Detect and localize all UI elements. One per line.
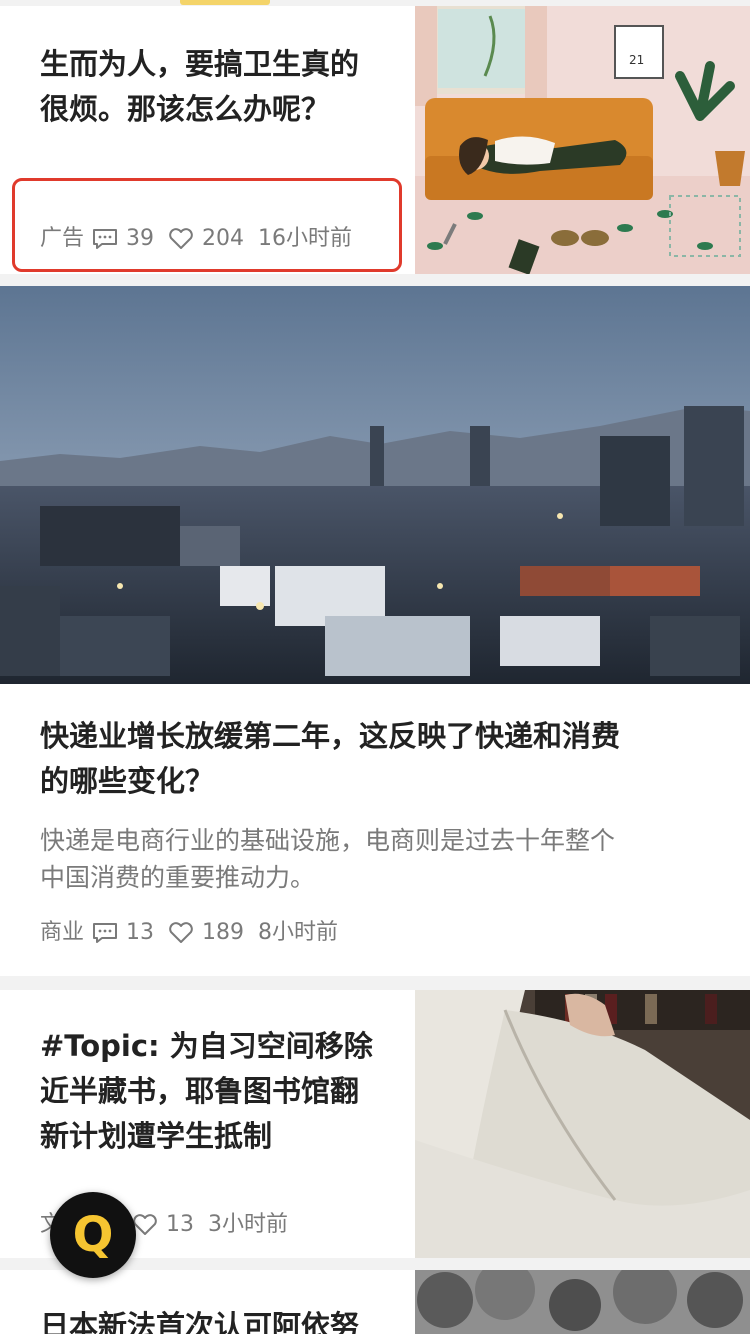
title-line: 近半藏书，耶鲁图书馆翻 — [40, 1074, 360, 1108]
card-meta: 商业 13 189 8小时前 — [40, 922, 338, 944]
card-image[interactable]: 21 — [415, 6, 750, 274]
card-title[interactable]: 日本新法首次认可阿依努 — [40, 1304, 385, 1334]
like-count: 13 — [166, 1212, 195, 1237]
comment-count: 13 — [126, 920, 155, 945]
card-title[interactable]: 快递业增长放缓第二年，这反映了快递和消费 的哪些变化？ — [40, 714, 720, 804]
feed-card-article[interactable]: 日本新法首次认可阿依努 — [0, 1270, 750, 1334]
title-line: 的哪些变化？ — [40, 764, 215, 798]
category-tag: 商业 — [40, 920, 85, 945]
top-accent-bar — [180, 0, 270, 5]
open-book-photo — [415, 990, 750, 1258]
trees-photo — [415, 1270, 750, 1334]
comment-icon[interactable] — [92, 922, 118, 944]
card-title[interactable]: 生而为人，要搞卫生真的 很烦。那该怎么办呢？ — [40, 42, 385, 132]
highlight-box — [12, 178, 402, 272]
card-image[interactable] — [415, 1270, 750, 1334]
card-image[interactable] — [415, 990, 750, 1258]
summary-line: 中国消费的重要推动力。 — [40, 863, 316, 892]
title-line: #Topic: 为自习空间移除 — [40, 1029, 373, 1063]
q-logo-icon: Q — [72, 1207, 114, 1263]
summary-line: 快递是电商行业的基础设施，电商则是过去十年整个 — [40, 826, 616, 855]
q-floating-button[interactable]: Q — [50, 1192, 136, 1278]
feed-card-article[interactable]: 快递业增长放缓第二年，这反映了快递和消费 的哪些变化？ 快递是电商行业的基础设施… — [0, 286, 750, 976]
woman-lying-on-sofa-illustration: 21 — [415, 6, 750, 274]
news-feed: 生而为人，要搞卫生真的 很烦。那该怎么办呢？ 广告 39 204 16小时前 2… — [0, 0, 750, 1334]
title-line: 生而为人，要搞卫生真的 — [40, 47, 360, 81]
title-line: 很烦。那该怎么办呢？ — [40, 92, 331, 126]
city-skyline-dusk-photo — [0, 286, 750, 684]
title-line: 日本新法首次认可阿依努 — [40, 1309, 360, 1334]
like-count: 189 — [202, 920, 245, 945]
card-image[interactable] — [0, 286, 750, 684]
timestamp: 8小时前 — [258, 920, 339, 945]
timestamp: 3小时前 — [208, 1212, 289, 1237]
heart-icon[interactable] — [168, 922, 194, 944]
title-line: 快递业增长放缓第二年，这反映了快递和消费 — [40, 719, 621, 753]
title-line: 新计划遭学生抵制 — [40, 1119, 273, 1153]
card-title[interactable]: #Topic: 为自习空间移除 近半藏书，耶鲁图书馆翻 新计划遭学生抵制 — [40, 1024, 385, 1159]
card-summary: 快递是电商行业的基础设施，电商则是过去十年整个 中国消费的重要推动力。 — [40, 822, 720, 896]
svg-text:21: 21 — [629, 53, 644, 67]
